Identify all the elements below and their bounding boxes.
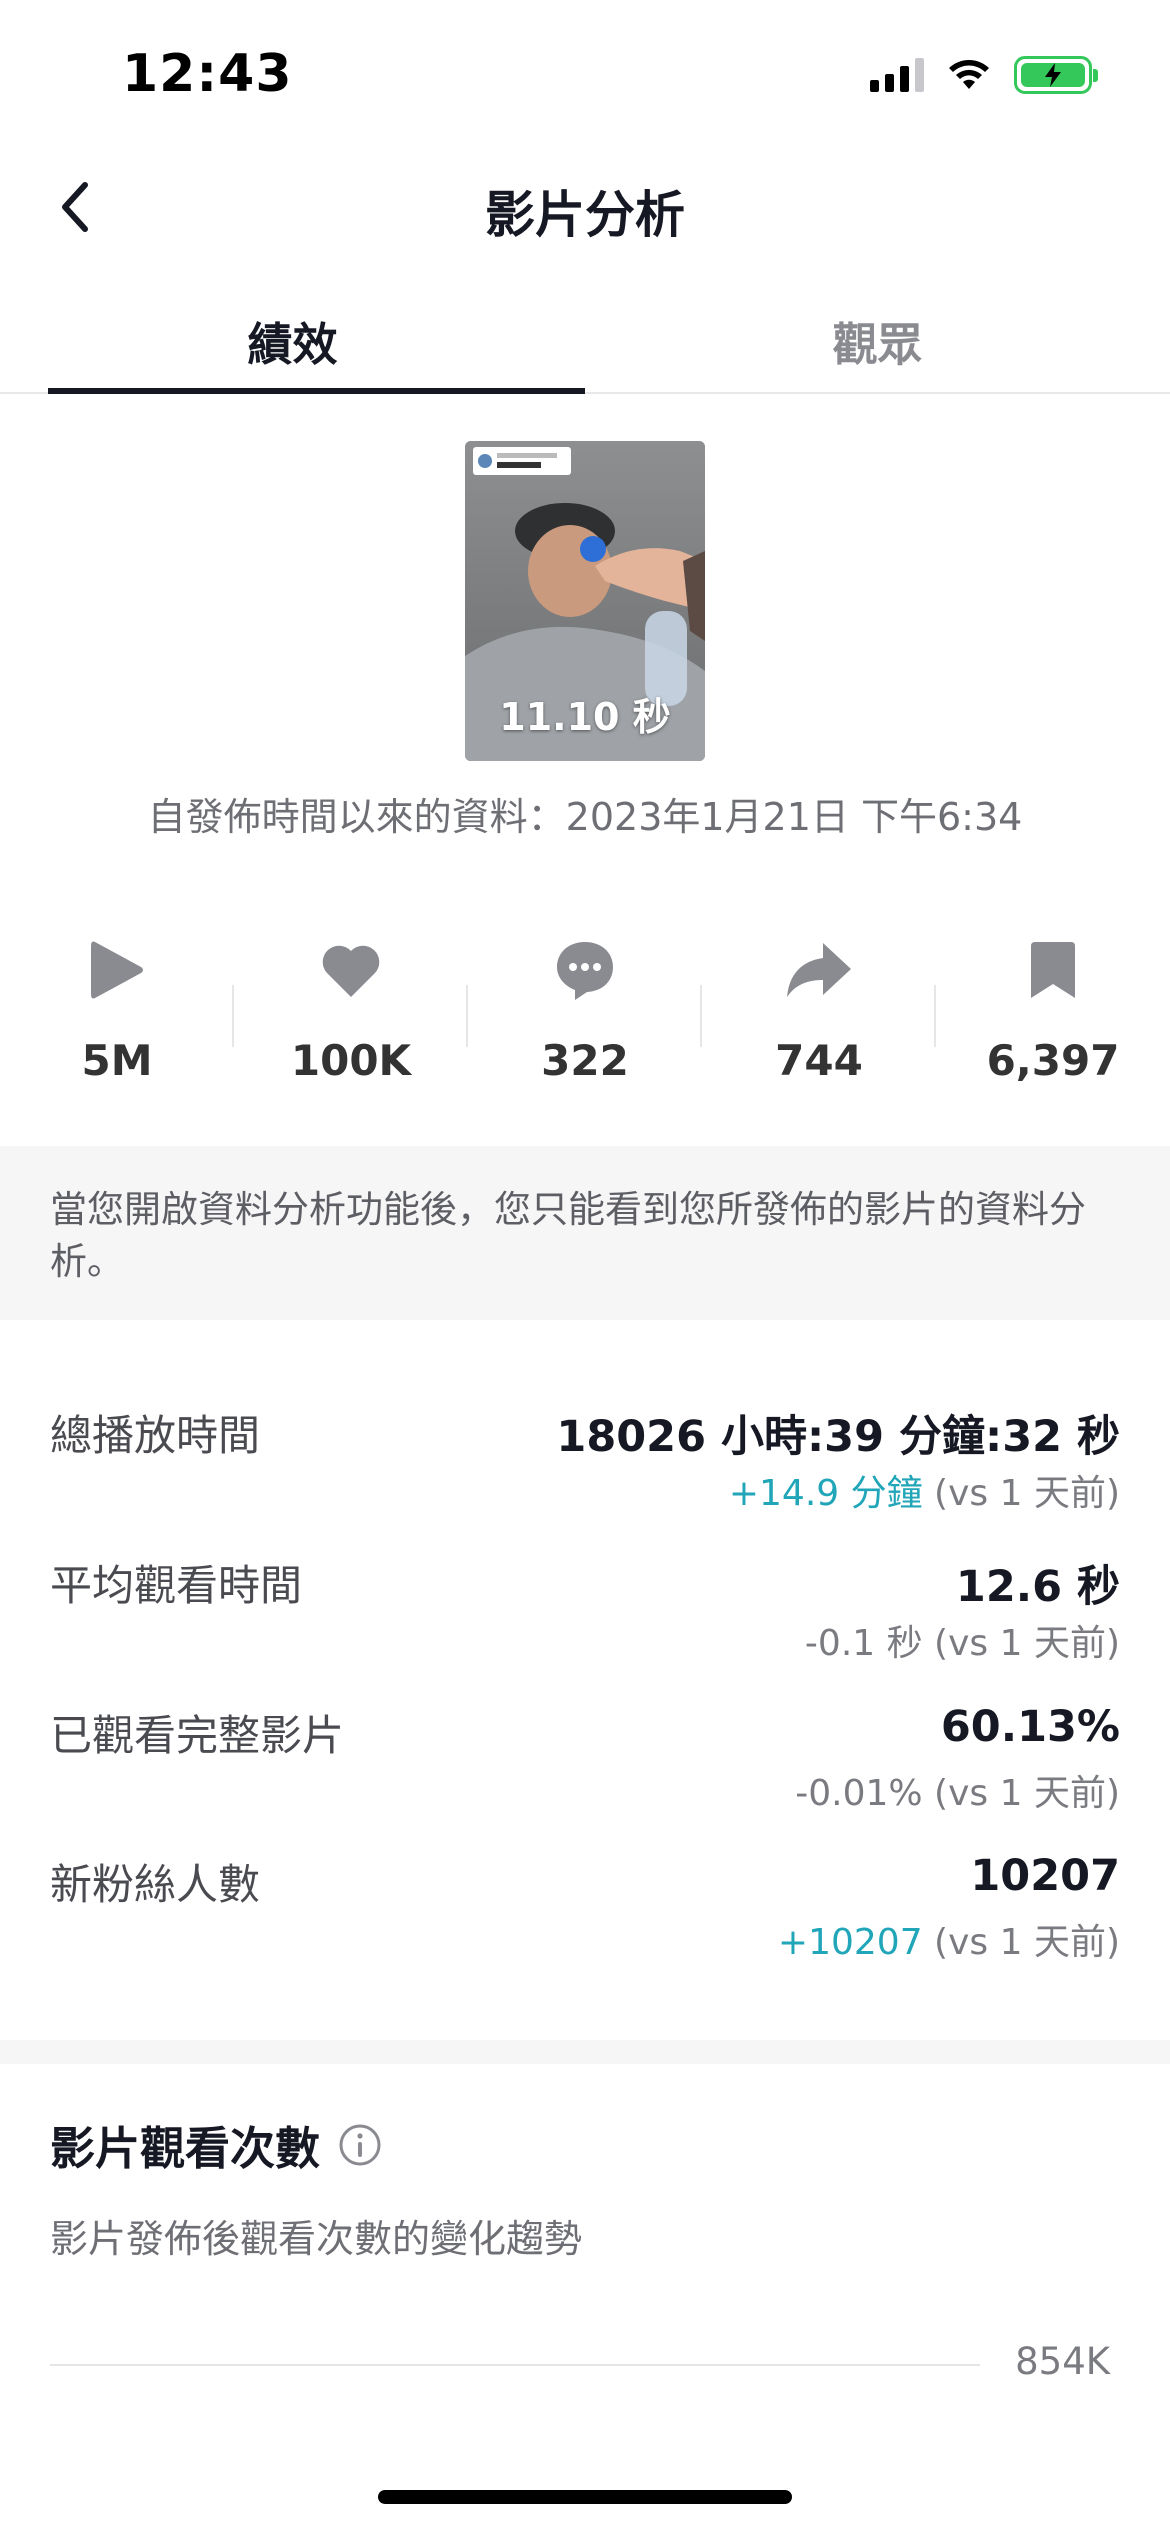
tab-bar: 績效 觀眾 [0,270,1170,394]
video-thumbnail[interactable]: 11.10 秒 [465,441,705,761]
home-indicator[interactable] [378,2490,792,2504]
stat-saves: 6,397 [936,930,1170,1100]
header: 影片分析 [0,150,1170,270]
chart-axis-tick: 854K [1015,2340,1110,2383]
stat-plays: 5M [0,930,234,1100]
comment-icon [557,942,613,1000]
metric-change-suffix: (vs 1 天前) [922,1623,1120,1664]
stat-saves-value: 6,397 [986,1036,1120,1085]
stats-row: 5M 100K 322 744 6,397 [0,930,1170,1100]
chart-gridline [50,2364,980,2366]
stat-shares: 744 [702,930,936,1100]
metric-label: 已觀看完整影片 [50,1711,345,1760]
metric-change-delta: +10207 [777,1922,923,1963]
metric-label: 平均觀看時間 [50,1561,303,1610]
heart-icon [322,945,380,997]
battery-charging-icon [1014,56,1098,94]
stat-likes-value: 100K [290,1036,412,1085]
stat-plays-value: 5M [81,1036,153,1085]
metric-total-play-time: 總播放時間 18026 小時:39 分鐘:32 秒 +14.9 分鐘 (vs 1… [50,1402,1120,1532]
status-time: 12:43 [122,44,293,104]
video-views-subtitle: 影片發佈後觀看次數的變化趨勢 [50,2217,583,2261]
metric-change-delta: -0.01% [795,1773,923,1814]
section-divider [0,2040,1170,2064]
analytics-notice: 當您開啟資料分析功能後，您只能看到您所發佈的影片的資料分析。 [0,1146,1170,1320]
metric-change: -0.1 秒 (vs 1 天前) [805,1614,1120,1666]
metric-change: -0.01% (vs 1 天前) [795,1764,1120,1816]
wifi-icon [949,60,989,89]
metric-value: 10207 [970,1851,1120,1901]
metric-value: 18026 小時:39 分鐘:32 秒 [556,1412,1120,1462]
stat-comments-value: 322 [541,1036,629,1085]
play-icon [91,941,143,999]
metric-value: 12.6 秒 [955,1562,1120,1612]
video-views-section-title: 影片觀看次數 [50,2112,382,2177]
metric-change-delta: +14.9 分鐘 [728,1473,923,1514]
metric-label: 總播放時間 [50,1411,261,1460]
metric-label: 新粉絲人數 [50,1860,261,1909]
bookmark-icon [1031,942,1075,998]
metric-value: 60.13% [940,1702,1120,1752]
metric-avg-watch-time: 平均觀看時間 12.6 秒 -0.1 秒 (vs 1 天前) [50,1552,1120,1682]
publish-info: 自發佈時間以來的資料：2023年1月21日 下午6:34 [147,795,1023,839]
status-bar: 12:43 [0,0,1170,150]
metric-change-suffix: (vs 1 天前) [922,1922,1120,1963]
signal-icon [870,58,924,92]
video-duration: 11.10 秒 [499,695,671,739]
stat-comments: 322 [468,930,702,1100]
page-title: 影片分析 [485,186,685,244]
tab-audience[interactable]: 觀眾 [585,270,1170,392]
metric-change: +10207 (vs 1 天前) [778,1913,1120,1965]
metric-change: +14.9 分鐘 (vs 1 天前) [729,1464,1120,1516]
stat-likes: 100K [234,930,468,1100]
tab-performance[interactable]: 績效 [0,270,585,394]
metric-change-suffix: (vs 1 天前) [922,1773,1120,1814]
stat-shares-value: 744 [775,1036,863,1085]
metric-change-delta: -0.1 秒 [804,1623,923,1664]
share-icon [787,943,851,997]
metric-change-suffix: (vs 1 天前) [922,1473,1120,1514]
status-icons [870,56,1098,94]
info-icon[interactable] [338,2123,382,2167]
metric-watched-full-video: 已觀看完整影片 60.13% -0.01% (vs 1 天前) [50,1702,1120,1832]
video-views-title: 影片觀看次數 [50,2122,321,2175]
metric-new-followers: 新粉絲人數 10207 +10207 (vs 1 天前) [50,1851,1120,1981]
